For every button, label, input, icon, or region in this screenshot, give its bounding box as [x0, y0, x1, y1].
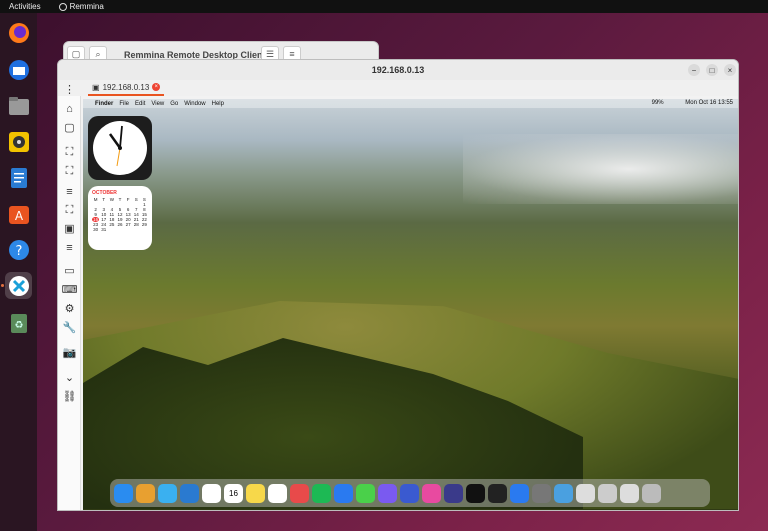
- svg-text:?: ?: [15, 244, 22, 259]
- menu-window[interactable]: Window: [184, 101, 205, 107]
- writer-icon[interactable]: [5, 164, 32, 191]
- dock-app-icon[interactable]: [268, 483, 287, 503]
- home-icon[interactable]: ⌂: [63, 102, 76, 115]
- app-name: Remmina: [69, 2, 104, 11]
- autofit-icon[interactable]: ⛶: [63, 165, 76, 178]
- close-button[interactable]: ×: [724, 64, 736, 76]
- calendar-day: [125, 227, 132, 232]
- app-menu[interactable]: Remmina: [58, 2, 104, 11]
- thunderbird-icon[interactable]: [5, 56, 32, 83]
- fog-bank: [463, 134, 738, 204]
- fit-window-icon[interactable]: ▢: [63, 121, 76, 134]
- dock-app-icon[interactable]: [114, 483, 133, 503]
- dock-app-icon[interactable]: [466, 483, 485, 503]
- tab-close-icon[interactable]: ×: [152, 83, 161, 91]
- minimize-button[interactable]: −: [688, 64, 700, 76]
- multi-monitor-icon[interactable]: ≡: [63, 185, 76, 198]
- dock-app-icon[interactable]: [246, 483, 265, 503]
- remmina-icon[interactable]: [5, 272, 32, 299]
- files-icon[interactable]: [5, 92, 32, 119]
- dock-app-icon[interactable]: [444, 483, 463, 503]
- ubuntu-dock: A ? ♻: [0, 13, 37, 531]
- minimize-toolbar-icon[interactable]: ⌄: [63, 371, 76, 384]
- session-toolbar: ⋮ ⌂ ▢ ⛶ ⛶ ≡ ⛶ ▣ ≡ ▭ ⌨ ⚙ 🔧 📷 ⌄ ⛓: [58, 84, 81, 510]
- calendar-day: 29: [141, 222, 147, 227]
- dock-app-icon[interactable]: [356, 483, 375, 503]
- menu-help[interactable]: Help: [212, 101, 224, 107]
- dock-app-icon[interactable]: [642, 483, 661, 503]
- switch-tab-icon[interactable]: ▭: [63, 264, 76, 277]
- clock-text: Mon Oct 16 13:55: [685, 100, 733, 106]
- trash-icon[interactable]: ♻: [5, 309, 32, 336]
- disconnect-icon[interactable]: ⛓: [63, 390, 77, 403]
- tab-label: 192.168.0.13: [102, 82, 150, 92]
- dock-app-icon[interactable]: [510, 483, 529, 503]
- menu-file[interactable]: File: [119, 101, 129, 107]
- dynamic-resolution-icon[interactable]: ▣: [63, 222, 76, 235]
- dock-app-icon[interactable]: [158, 483, 177, 503]
- fullscreen-icon[interactable]: ⛶: [63, 146, 76, 159]
- menu-finder[interactable]: Finder: [95, 101, 113, 107]
- dock-app-icon[interactable]: [598, 483, 617, 503]
- keyboard-icon[interactable]: ⌨: [62, 283, 78, 296]
- svg-text:♻: ♻: [14, 320, 23, 331]
- preferences-icon[interactable]: ≡: [63, 241, 76, 254]
- dock-app-icon[interactable]: [400, 483, 419, 503]
- dock-app-icon[interactable]: [576, 483, 595, 503]
- software-icon[interactable]: A: [5, 200, 32, 227]
- battery-percent: 99%: [651, 100, 664, 106]
- rhythmbox-icon[interactable]: [5, 128, 32, 155]
- dock-app-icon[interactable]: [334, 483, 353, 503]
- dock-app-icon[interactable]: [202, 483, 221, 503]
- calendar-day: 30: [93, 227, 99, 232]
- calendar-day: [108, 227, 115, 232]
- calendar-grid: M T W T F S S 1 2 3 4 5 6 7 8 9 10 11 12 13 14 15 16 17 18 19 20 21…: [92, 197, 148, 232]
- firefox-icon[interactable]: [5, 19, 32, 46]
- dock-app-icon[interactable]: [532, 483, 551, 503]
- dock-app-icon[interactable]: [620, 483, 639, 503]
- maximize-button[interactable]: □: [706, 64, 718, 76]
- tab-session[interactable]: ▣ 192.168.0.13 ×: [88, 80, 164, 96]
- session-titlebar: 192.168.0.13 − □ ×: [58, 60, 738, 80]
- dock-app-icon[interactable]: [136, 483, 155, 503]
- calendar-dock-icon[interactable]: 16: [224, 483, 243, 503]
- remote-session-window[interactable]: 192.168.0.13 − □ × ▣ 192.168.0.13 × ⋮ ⌂ …: [57, 59, 739, 511]
- settings-icon[interactable]: ⚙: [63, 302, 76, 315]
- top-bar: Activities Remmina: [0, 0, 768, 13]
- dock-app-icon[interactable]: [180, 483, 199, 503]
- clock-widget: [88, 116, 152, 180]
- tools-icon[interactable]: 🔧: [63, 321, 77, 334]
- calendar-day: [133, 227, 140, 232]
- remmina-small-icon: [58, 2, 67, 11]
- remote-desktop[interactable]: Finder File Edit View Go Window Help 99%…: [83, 99, 738, 510]
- dock-app-icon[interactable]: [422, 483, 441, 503]
- calendar-day: [116, 227, 123, 232]
- activities-button[interactable]: Activities: [9, 2, 41, 11]
- dock-app-icon[interactable]: [312, 483, 331, 503]
- running-indicator: [1, 284, 4, 287]
- calendar-day: 31: [101, 227, 107, 232]
- status-area: 99% Mon Oct 16 13:55: [646, 100, 733, 106]
- menu-edit[interactable]: Edit: [135, 101, 145, 107]
- dock-app-icon[interactable]: [378, 483, 397, 503]
- tab-bar: ▣ 192.168.0.13 ×: [58, 80, 738, 96]
- menu-view[interactable]: View: [151, 101, 164, 107]
- help-icon[interactable]: ?: [5, 236, 32, 263]
- clock-face: [93, 121, 147, 175]
- svg-text:A: A: [14, 209, 23, 223]
- toolbar-menu-icon[interactable]: ⋮: [63, 83, 76, 96]
- dock-app-icon[interactable]: [290, 483, 309, 503]
- session-title: 192.168.0.13: [371, 65, 425, 75]
- calendar-month: OCTOBER: [92, 190, 117, 196]
- scale-icon[interactable]: ⛶: [63, 204, 76, 217]
- dock-app-icon[interactable]: [554, 483, 573, 503]
- mac-dock: 16: [110, 479, 710, 507]
- screen-icon: ▣: [92, 82, 100, 92]
- dock-app-icon[interactable]: [488, 483, 507, 503]
- menu-go[interactable]: Go: [170, 101, 178, 107]
- calendar-widget: OCTOBER M T W T F S S 1 2 3 4 5 6 7 8 9 10 11 12 13 14 15 16 17…: [88, 186, 152, 250]
- screenshot-icon[interactable]: 📷: [63, 346, 77, 359]
- mac-menubar: Finder File Edit View Go Window Help 99%…: [83, 99, 738, 108]
